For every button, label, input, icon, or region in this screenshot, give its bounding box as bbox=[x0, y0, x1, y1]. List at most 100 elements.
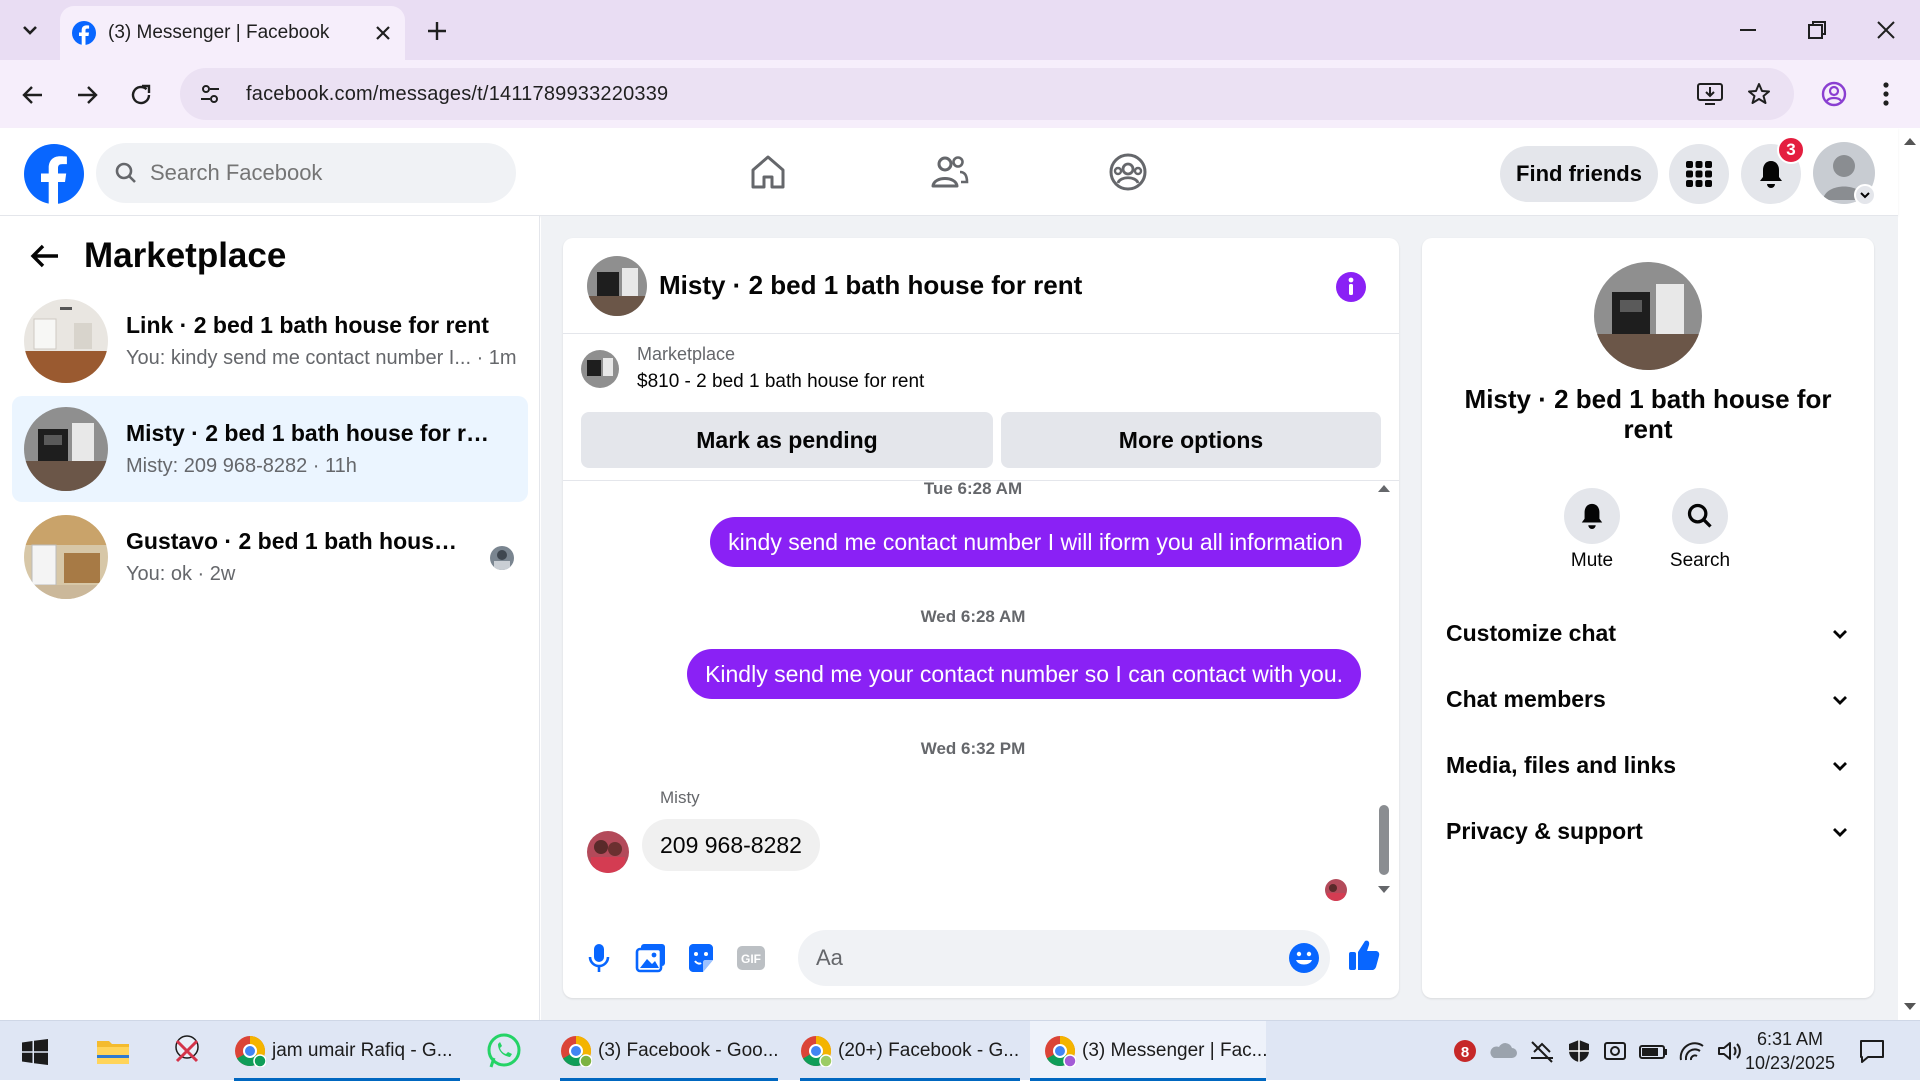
info-title: Misty · 2 bed 1 bath house for rent bbox=[1464, 384, 1832, 444]
chat-title[interactable]: Misty · 2 bed 1 bath house for rent bbox=[659, 270, 1082, 301]
media-files-links-section[interactable]: Media, files and links bbox=[1446, 752, 1850, 779]
display-icon[interactable] bbox=[1602, 1038, 1628, 1064]
message-input[interactable]: Aa bbox=[798, 930, 1330, 986]
listing-title: $810 - 2 bed 1 bath house for rent bbox=[637, 371, 925, 392]
site-info-icon[interactable] bbox=[198, 82, 222, 106]
back-arrow-icon[interactable] bbox=[28, 239, 62, 273]
chrome-icon bbox=[560, 1035, 592, 1067]
search-input[interactable] bbox=[150, 160, 450, 186]
like-icon[interactable] bbox=[1347, 938, 1381, 972]
outgoing-message[interactable]: Kindly send me your contact number so I … bbox=[687, 649, 1361, 699]
conversation-item-active[interactable]: Misty · 2 bed 1 bath house for rent Mist… bbox=[12, 396, 528, 502]
address-bar[interactable]: facebook.com/messages/t/1411789933220339 bbox=[180, 68, 1794, 120]
network-off-icon[interactable] bbox=[1528, 1038, 1556, 1064]
mute-button[interactable] bbox=[1564, 488, 1620, 544]
account-chevron-icon[interactable] bbox=[1854, 184, 1876, 206]
conversation-item[interactable]: Gustavo · 2 bed 1 bath house for... You:… bbox=[12, 504, 528, 610]
privacy-support-section[interactable]: Privacy & support bbox=[1446, 818, 1850, 845]
windows-start-icon[interactable] bbox=[22, 1039, 48, 1065]
onedrive-icon[interactable] bbox=[1488, 1038, 1518, 1064]
read-receipt-avatar bbox=[1325, 879, 1347, 901]
conversation-preview: You: kindy send me contact number I... ·… bbox=[126, 347, 517, 369]
close-window-icon[interactable] bbox=[1874, 18, 1898, 42]
taskbar-app-chrome[interactable]: (20+) Facebook - G... bbox=[800, 1021, 1020, 1081]
outgoing-message[interactable]: kindy send me contact number I will ifor… bbox=[710, 517, 1361, 567]
incoming-message[interactable]: 209 968-8282 bbox=[642, 819, 820, 871]
url-text[interactable]: facebook.com/messages/t/1411789933220339 bbox=[246, 83, 668, 106]
timestamp: Tue 6:28 AM bbox=[923, 481, 1023, 498]
sender-avatar[interactable] bbox=[587, 831, 629, 873]
chevron-down-icon bbox=[1830, 756, 1850, 776]
bookmark-star-icon[interactable] bbox=[1746, 81, 1772, 107]
profile-icon[interactable] bbox=[1820, 80, 1848, 108]
taskbar-app-label: (20+) Facebook - G... bbox=[838, 1040, 1020, 1061]
forward-icon[interactable] bbox=[74, 82, 100, 108]
gif-icon[interactable]: GIF bbox=[735, 942, 767, 974]
conversation-name: Misty · 2 bed 1 bath house for rent bbox=[126, 420, 496, 446]
back-icon[interactable] bbox=[20, 82, 46, 108]
install-app-icon[interactable] bbox=[1696, 81, 1724, 107]
new-tab-icon[interactable] bbox=[424, 18, 450, 44]
taskbar-app-chrome[interactable]: jam umair Rafiq - G... bbox=[234, 1021, 460, 1081]
security-icon[interactable] bbox=[1566, 1038, 1592, 1064]
taskbar-app-chrome[interactable]: (3) Facebook - Goo... bbox=[560, 1021, 779, 1081]
search-label: Search bbox=[1669, 550, 1731, 571]
listing-label: Marketplace bbox=[637, 344, 736, 364]
photo-icon[interactable] bbox=[635, 942, 667, 974]
home-nav-icon[interactable] bbox=[748, 152, 788, 192]
info-icon[interactable] bbox=[1335, 271, 1367, 303]
bell-icon bbox=[1757, 159, 1785, 189]
page-scrollbar[interactable] bbox=[1900, 128, 1920, 1020]
chat-members-section[interactable]: Chat members bbox=[1446, 686, 1850, 713]
snipping-tool-icon[interactable] bbox=[170, 1033, 204, 1067]
reload-icon[interactable] bbox=[128, 82, 154, 108]
more-options-button[interactable]: More options bbox=[1001, 412, 1381, 468]
facebook-favicon-icon bbox=[72, 21, 96, 45]
clock[interactable]: 6:31 AM 10/23/2025 bbox=[1730, 1027, 1850, 1075]
browser-tab-strip: (3) Messenger | Facebook bbox=[0, 0, 1920, 60]
file-explorer-icon[interactable] bbox=[96, 1035, 130, 1067]
search-in-chat-button[interactable] bbox=[1672, 488, 1728, 544]
conversation-item[interactable]: Link · 2 bed 1 bath house for rent You: … bbox=[12, 288, 528, 394]
tab-close-icon[interactable] bbox=[373, 23, 393, 43]
section-label: Chat members bbox=[1446, 686, 1606, 712]
wifi-icon[interactable] bbox=[1678, 1038, 1706, 1064]
profile-picture[interactable] bbox=[1594, 262, 1702, 370]
minimize-icon[interactable] bbox=[1736, 18, 1760, 42]
chat-header: Misty · 2 bed 1 bath house for rent bbox=[563, 238, 1399, 334]
browser-tab-active[interactable]: (3) Messenger | Facebook bbox=[60, 6, 405, 60]
taskbar-app-label: jam umair Rafiq - G... bbox=[272, 1040, 453, 1061]
whatsapp-icon[interactable] bbox=[486, 1033, 522, 1069]
scroll-up-icon[interactable] bbox=[1377, 483, 1391, 493]
listing-banner[interactable]: Marketplace $810 - 2 bed 1 bath house fo… bbox=[581, 344, 924, 393]
facebook-logo-icon[interactable] bbox=[24, 144, 84, 204]
chat-avatar[interactable] bbox=[587, 255, 647, 316]
groups-nav-icon[interactable] bbox=[1108, 152, 1148, 192]
restore-icon[interactable] bbox=[1805, 18, 1829, 42]
sticker-icon[interactable] bbox=[685, 942, 717, 974]
app-tray-icon[interactable]: 8 bbox=[1452, 1037, 1478, 1065]
notification-center-icon[interactable] bbox=[1858, 1037, 1886, 1065]
search-icon bbox=[114, 161, 138, 185]
conversation-name: Gustavo · 2 bed 1 bath house for... bbox=[126, 528, 466, 554]
mark-as-pending-button[interactable]: Mark as pending bbox=[581, 412, 993, 468]
find-friends-button[interactable]: Find friends bbox=[1500, 146, 1658, 202]
tab-search-icon[interactable] bbox=[16, 18, 44, 42]
chrome-icon bbox=[1044, 1035, 1076, 1067]
notifications-button[interactable]: 3 bbox=[1741, 136, 1805, 204]
customize-chat-section[interactable]: Customize chat bbox=[1446, 620, 1850, 647]
chevron-down-icon bbox=[1830, 624, 1850, 644]
taskbar-app-chrome-active[interactable]: (3) Messenger | Fac... bbox=[1030, 1021, 1268, 1081]
facebook-search[interactable] bbox=[96, 143, 516, 203]
friends-nav-icon[interactable] bbox=[928, 152, 970, 192]
mute-label: Mute bbox=[1570, 550, 1614, 571]
emoji-icon[interactable] bbox=[1288, 942, 1320, 974]
microphone-icon[interactable] bbox=[585, 942, 613, 974]
battery-icon[interactable] bbox=[1638, 1038, 1668, 1064]
section-label: Media, files and links bbox=[1446, 752, 1677, 778]
scroll-down-icon[interactable] bbox=[1377, 885, 1391, 895]
scrollbar-thumb[interactable] bbox=[1379, 805, 1389, 875]
menu-grid-icon[interactable] bbox=[1669, 144, 1729, 204]
chrome-menu-icon[interactable] bbox=[1874, 80, 1898, 108]
sender-name: Misty bbox=[660, 788, 700, 807]
